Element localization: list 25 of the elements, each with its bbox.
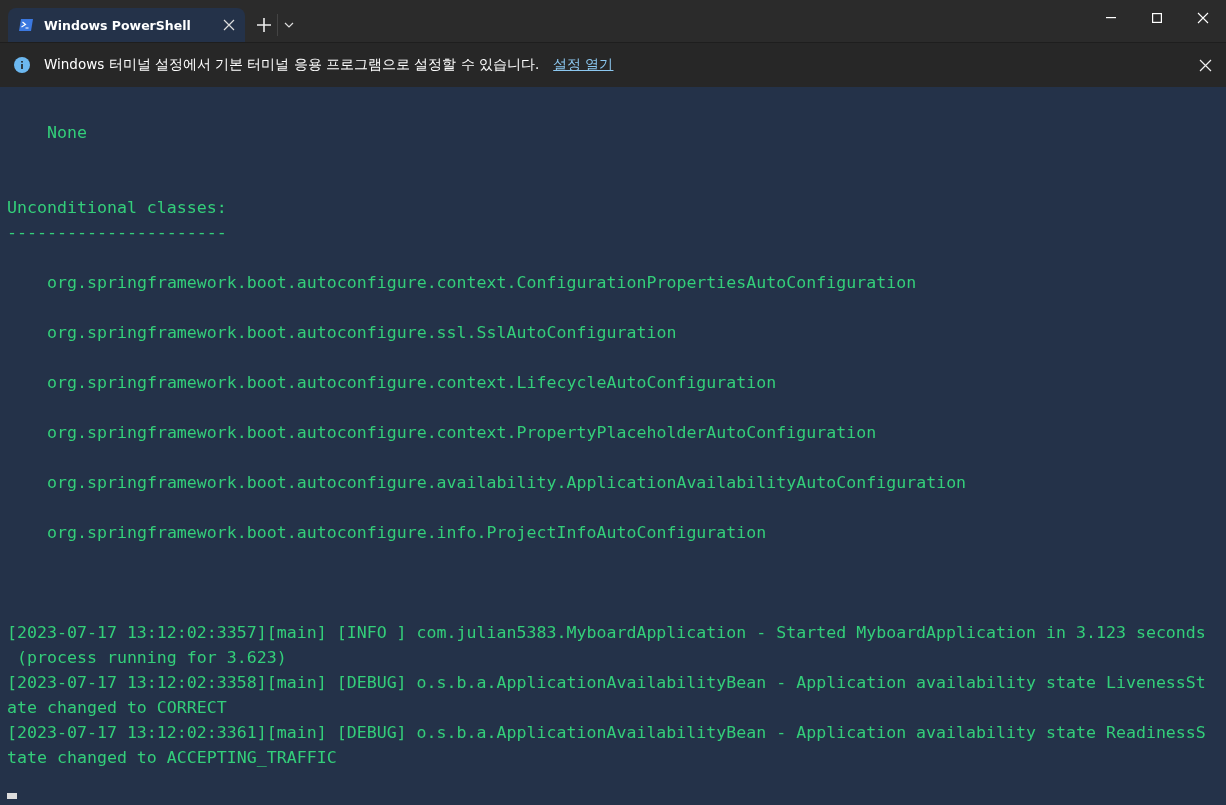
terminal-line: (process running for 3.623) [16,648,287,667]
terminal-line: [2023-07-17 13:12:02:3358][main] [DEBUG] o.s.b.a.ApplicationAvailabilityBean - Application availability state LivenessSt [7,673,1206,692]
terminal-line: [2023-07-17 13:12:02:3361][main] [DEBUG] o.s.b.a.ApplicationAvailabilityBean - Application availability state ReadinessS [7,723,1206,742]
terminal-tab[interactable]: Windows PowerShell [8,8,245,42]
cursor [7,793,17,799]
terminal-line: ate changed to CORRECT [7,698,227,717]
terminal-line: ---------------------- [7,223,227,242]
terminal-line: org.springframework.boot.autoconfigure.info.ProjectInfoAutoConfiguration [47,523,767,542]
terminal-line: org.springframework.boot.autoconfigure.context.ConfigurationPropertiesAutoConfiguration [47,273,917,292]
terminal-line: org.springframework.boot.autoconfigure.ssl.SslAutoConfiguration [47,323,677,342]
open-settings-link[interactable]: 설정 열기 [553,56,614,74]
plus-icon[interactable] [257,18,271,32]
terminal-line: tate changed to ACCEPTING_TRAFFIC [7,748,337,767]
powershell-icon [18,18,34,32]
terminal-line: org.springframework.boot.autoconfigure.context.LifecycleAutoConfiguration [47,373,777,392]
terminal-line: [2023-07-17 13:12:02:3357][main] [INFO ] com.julian5383.MyboardApplication - Started MyboardApplication in 3.123 seconds [7,623,1206,642]
close-icon[interactable] [1199,58,1212,72]
terminal-line: org.springframework.boot.autoconfigure.context.PropertyPlaceholderAutoConfiguration [47,423,877,442]
terminal-line: None [47,123,87,142]
terminal-line: org.springframework.boot.autoconfigure.availability.ApplicationAvailabilityAutoConfiguration [47,473,967,492]
terminal-line: Unconditional classes: [7,198,227,217]
info-icon [14,57,30,73]
info-message: Windows 터미널 설정에서 기본 터미널 응용 프로그램으로 설정할 수 있습니다. [44,56,540,74]
close-icon[interactable] [223,19,235,31]
chevron-down-icon[interactable] [284,22,294,28]
